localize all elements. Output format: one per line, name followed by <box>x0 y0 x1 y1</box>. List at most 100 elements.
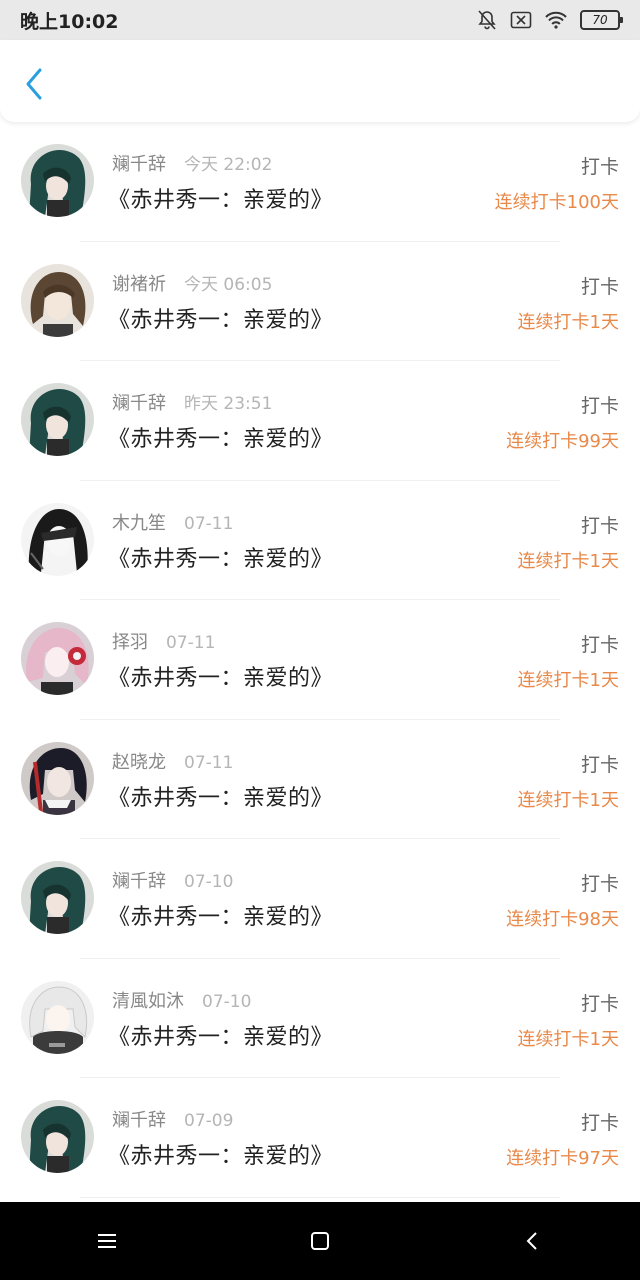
post-time: 07-10 <box>184 872 234 892</box>
avatar-dark-hair <box>21 741 94 815</box>
book-title[interactable]: 《赤井秀一：亲爱的》 <box>108 421 333 453</box>
post-time: 07-11 <box>184 752 234 773</box>
streak-label: 连续打卡100天 <box>494 192 619 213</box>
status-time: 晚上10:02 <box>20 10 119 33</box>
avatar-green-hair <box>21 383 94 456</box>
menu-button[interactable] <box>77 1211 137 1271</box>
streak-label: 连续打卡1天 <box>517 550 619 572</box>
avatar-white-hair <box>21 980 94 1054</box>
checkin-list: 斓千辞 今天 22:02 《赤井秀一：亲爱的》 打卡 连续打卡100天 谢褚祈 今天 06:… <box>0 122 640 1202</box>
book-title[interactable]: 《赤井秀一：亲爱的》 <box>108 541 333 573</box>
checkin-label: 打卡 <box>580 1112 619 1134</box>
book-title[interactable]: 《赤井秀一：亲爱的》 <box>108 1138 333 1170</box>
checkin-label: 打卡 <box>580 753 619 776</box>
avatar-green-hair <box>21 144 94 217</box>
avatar[interactable] <box>21 622 94 695</box>
checkin-row[interactable]: 斓千辞 今天 22:02 《赤井秀一：亲爱的》 打卡连续打卡100天 <box>0 122 640 242</box>
home-button[interactable] <box>290 1211 350 1271</box>
post-time: 07-11 <box>166 633 216 653</box>
checkin-label: 打卡 <box>580 992 619 1015</box>
checkin-label: 打卡 <box>580 156 619 178</box>
book-title[interactable]: 《赤井秀一：亲爱的》 <box>108 182 333 214</box>
checkin-label: 打卡 <box>580 634 619 656</box>
post-time: 07-09 <box>184 1111 234 1131</box>
avatar[interactable] <box>21 502 94 576</box>
book-title[interactable]: 《赤井秀一：亲爱的》 <box>108 660 333 692</box>
wifi-icon <box>544 10 568 30</box>
back-icon <box>526 1232 538 1250</box>
checkin-row[interactable]: 清風如沐 07-10 《赤井秀一：亲爱的》 打卡连续打卡1天 <box>0 959 640 1078</box>
streak-label: 连续打卡99天 <box>506 431 619 452</box>
user-name[interactable]: 斓千辞 <box>112 1106 166 1132</box>
avatar-green-hair <box>21 861 94 934</box>
book-title[interactable]: 《赤井秀一：亲爱的》 <box>108 1019 333 1051</box>
post-time: 昨天 23:51 <box>184 394 273 414</box>
user-name[interactable]: 木九笙 <box>112 509 166 535</box>
system-back-button[interactable] <box>503 1211 563 1271</box>
avatar-brown-hair <box>21 263 94 337</box>
status-bar: 晚上10:02 70 <box>0 0 640 40</box>
avatar[interactable] <box>21 1100 94 1173</box>
checkin-label: 打卡 <box>580 514 619 537</box>
streak-label: 连续打卡97天 <box>506 1148 619 1169</box>
checkin-meta: 木九笙 07-11 <box>112 509 233 535</box>
avatar[interactable] <box>21 861 94 934</box>
avatar[interactable] <box>21 980 94 1054</box>
checkin-label: 打卡 <box>580 275 619 298</box>
checkin-row[interactable]: 赵晓龙 07-11 《赤井秀一：亲爱的》 打卡连续打卡1天 <box>0 720 640 839</box>
avatar-green-hair <box>21 1100 94 1173</box>
checkin-meta: 谢褚祈 今天 06:05 <box>112 270 272 296</box>
post-time: 07-10 <box>202 991 252 1012</box>
divider <box>80 1196 560 1198</box>
status-icons: 70 <box>476 9 623 31</box>
checkin-meta: 斓千辞 今天 22:02 <box>112 150 272 176</box>
battery-icon: 70 <box>580 10 623 30</box>
post-time: 今天 06:05 <box>184 274 273 295</box>
post-time: 今天 22:02 <box>184 155 273 175</box>
user-name[interactable]: 谢褚祈 <box>112 270 166 296</box>
streak-label: 连续打卡1天 <box>517 789 619 811</box>
streak-label: 连续打卡1天 <box>517 1028 619 1050</box>
checkin-row[interactable]: 木九笙 07-11 《赤井秀一：亲爱的》 打卡连续打卡1天 <box>0 481 640 600</box>
avatar[interactable] <box>21 383 94 456</box>
user-name[interactable]: 斓千辞 <box>112 389 166 415</box>
avatar-pink-hair <box>21 622 94 695</box>
book-title[interactable]: 《赤井秀一：亲爱的》 <box>108 780 333 812</box>
checkin-meta: 斓千辞 07-10 <box>112 867 233 893</box>
checkin-meta: 斓千辞 07-09 <box>112 1106 233 1132</box>
menu-icon <box>97 1234 116 1248</box>
bell-off-icon <box>476 9 498 31</box>
header-bar <box>0 40 640 122</box>
user-name[interactable]: 斓千辞 <box>112 867 166 893</box>
checkin-label: 打卡 <box>580 395 619 417</box>
back-button[interactable] <box>18 64 52 104</box>
avatar[interactable] <box>21 263 94 337</box>
checkin-meta: 择羽 07-11 <box>112 628 215 654</box>
sim-off-icon <box>510 11 532 29</box>
streak-label: 连续打卡98天 <box>506 909 619 930</box>
book-title[interactable]: 《赤井秀一：亲爱的》 <box>108 899 333 931</box>
post-time: 07-11 <box>184 513 234 534</box>
checkin-row[interactable]: 斓千辞 昨天 23:51 《赤井秀一：亲爱的》 打卡连续打卡99天 <box>0 361 640 481</box>
avatar[interactable] <box>21 144 94 217</box>
checkin-row[interactable]: 斓千辞 07-10 《赤井秀一：亲爱的》 打卡连续打卡98天 <box>0 839 640 959</box>
checkin-meta: 斓千辞 昨天 23:51 <box>112 389 272 415</box>
checkin-meta: 清風如沐 07-10 <box>112 987 251 1013</box>
user-name[interactable]: 斓千辞 <box>112 150 166 176</box>
checkin-row[interactable]: 谢褚祈 今天 06:05 《赤井秀一：亲爱的》 打卡连续打卡1天 <box>0 242 640 361</box>
avatar-monochrome <box>21 502 94 576</box>
checkin-row[interactable]: 斓千辞 07-09 《赤井秀一：亲爱的》 打卡连续打卡97天 <box>0 1078 640 1198</box>
streak-label: 连续打卡1天 <box>517 311 619 333</box>
checkin-label: 打卡 <box>580 873 619 895</box>
streak-label: 连续打卡1天 <box>517 670 619 691</box>
chevron-left-icon <box>26 68 42 100</box>
user-name[interactable]: 清風如沐 <box>112 987 184 1013</box>
avatar[interactable] <box>21 741 94 815</box>
navigation-bar <box>0 1202 640 1280</box>
checkin-row[interactable]: 择羽 07-11 《赤井秀一：亲爱的》 打卡连续打卡1天 <box>0 600 640 720</box>
book-title[interactable]: 《赤井秀一：亲爱的》 <box>108 302 333 334</box>
user-name[interactable]: 赵晓龙 <box>112 748 166 774</box>
checkin-meta: 赵晓龙 07-11 <box>112 748 233 774</box>
home-icon <box>310 1232 329 1250</box>
user-name[interactable]: 择羽 <box>112 628 148 654</box>
